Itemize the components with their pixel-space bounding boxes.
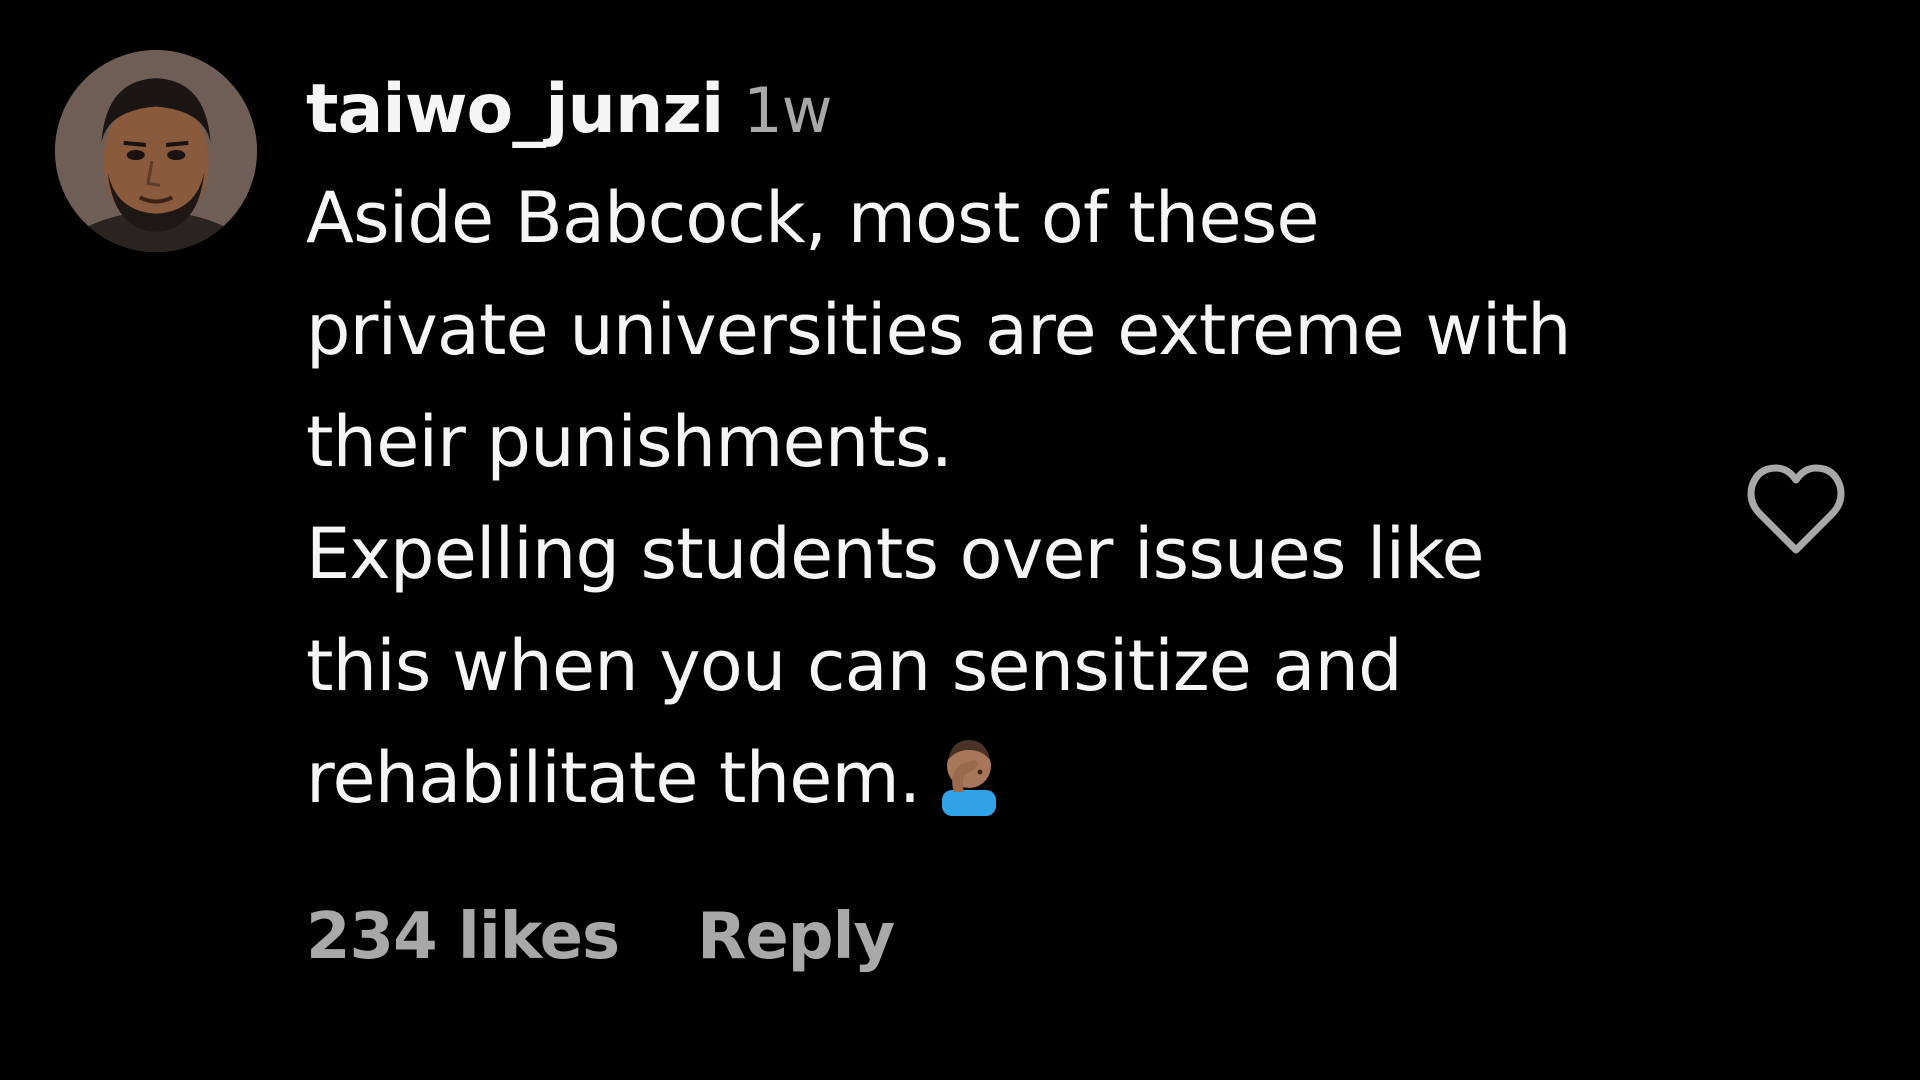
comment-text-line: this when you can sensitize and (306, 625, 1403, 707)
comment-text-line: their punishments. (306, 401, 953, 483)
avatar[interactable] (55, 50, 257, 252)
comment-text-line: private universities are extreme with (306, 289, 1571, 371)
comment-text: Aside Babcock, most of these private uni… (306, 162, 1726, 834)
avatar-image (55, 50, 257, 252)
username-link[interactable]: taiwo_junzi (306, 70, 724, 149)
comment-text-line: Expelling students over issues like (306, 513, 1485, 595)
comment-text-line: rehabilitate them. (306, 737, 921, 819)
likes-count-link[interactable]: 234 likes (306, 900, 620, 974)
comment-item: taiwo_junzi 1w Aside Babcock, most of th… (0, 0, 1920, 1080)
comment-body: taiwo_junzi 1w Aside Babcock, most of th… (306, 70, 1726, 834)
comment-header: taiwo_junzi 1w (306, 70, 1726, 160)
heart-outline-icon[interactable] (1746, 462, 1846, 558)
comment-text-line-last: rehabilitate them. (306, 722, 1726, 834)
comment-timestamp: 1w (743, 74, 832, 147)
man-facepalming-emoji-icon (934, 730, 1004, 816)
comment-actions: 234 likes Reply (306, 900, 895, 974)
reply-button[interactable]: Reply (697, 900, 895, 974)
comment-text-line: Aside Babcock, most of these (306, 177, 1319, 259)
